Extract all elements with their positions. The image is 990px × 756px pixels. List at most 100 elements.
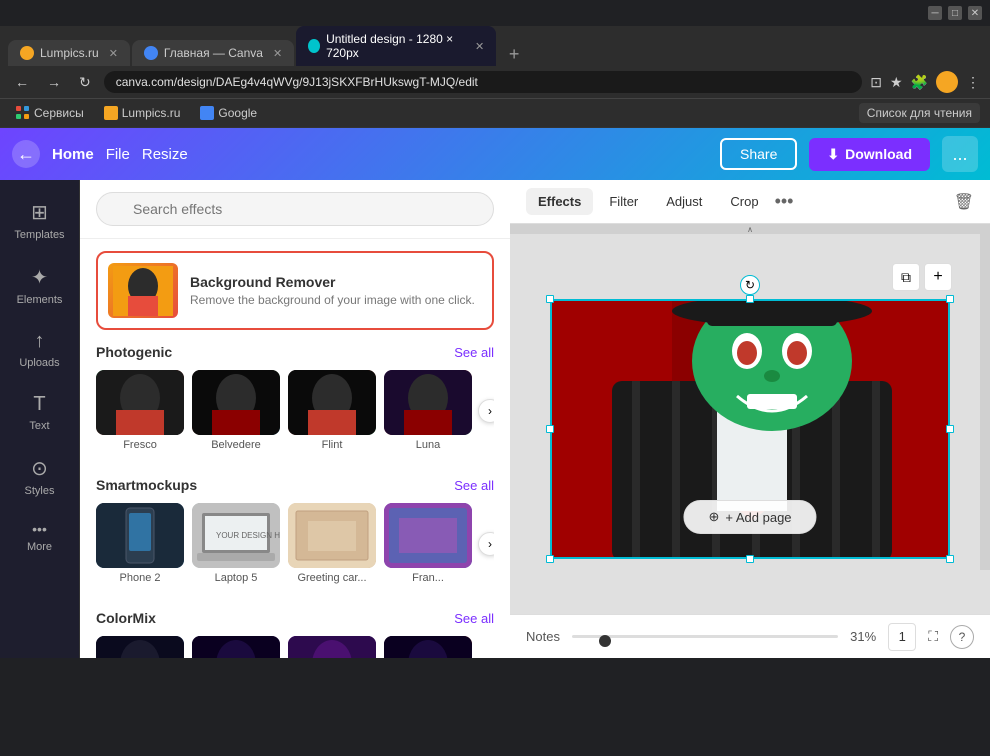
bottom-bar: Notes 31% 1 ⛶ ? [510, 614, 990, 658]
templates-icon: ⊞ [31, 200, 48, 225]
sidebar-item-styles-label: Styles [25, 485, 55, 497]
sidebar-item-elements-label: Elements [17, 294, 63, 306]
scroll-arrow-top[interactable]: ∧ [510, 224, 990, 234]
colormix-see-all[interactable]: See all [454, 611, 494, 626]
extension-icon[interactable]: 🧩 [911, 74, 928, 91]
effect-amethyst[interactable]: Amethyst [288, 636, 376, 658]
tab-lumpics[interactable]: Lumpics.ru ✕ [8, 40, 130, 66]
sidebar-item-more[interactable]: ••• More [5, 511, 75, 563]
notes-button[interactable]: Notes [526, 629, 560, 644]
smartmockups-arrow[interactable]: › [478, 532, 494, 556]
nav-back[interactable]: ← [10, 72, 34, 92]
progress-track[interactable] [572, 635, 838, 638]
nav-refresh[interactable]: ↻ [74, 72, 96, 93]
tab-favicon-design [308, 39, 320, 53]
fresco-thumb [96, 370, 184, 435]
add-handle[interactable]: + [924, 263, 952, 291]
app: ← Home File Resize Share ⬇ Download ... … [0, 128, 990, 658]
bg-remover-title: Background Remover [190, 274, 482, 290]
effect-frame[interactable]: Fran... [384, 503, 472, 584]
trash-icon[interactable]: 🗑 [954, 192, 974, 212]
bookmark-services[interactable]: Сервисы [10, 104, 90, 122]
bg-remover-card[interactable]: Background Remover Remove the background… [96, 251, 494, 330]
canvas-toolbar: Effects Filter Adjust Crop ••• 🗑 [510, 180, 990, 224]
sidebar-item-styles[interactable]: ⊙ Styles [5, 446, 75, 507]
share-button[interactable]: Share [720, 138, 797, 170]
effect-greeting[interactable]: Greeting car... [288, 503, 376, 584]
filter-tool-btn[interactable]: Filter [597, 188, 650, 215]
photogenic-header: Photogenic See all [96, 344, 494, 360]
sidebar-item-templates[interactable]: ⊞ Templates [5, 190, 75, 251]
new-tab-button[interactable]: + [502, 42, 526, 66]
tab-label-design: Untitled design - 1280 × 720px [326, 32, 465, 60]
effect-luna[interactable]: Luna [384, 370, 472, 451]
tab-canva-home[interactable]: Главная — Canva ✕ [132, 40, 294, 66]
more-options-button[interactable]: ... [942, 136, 978, 172]
nav-forward[interactable]: → [42, 72, 66, 92]
help-button[interactable]: ? [950, 625, 974, 649]
effect-marmalade[interactable]: Marmala... [384, 636, 472, 658]
belvedere-label: Belvedere [211, 439, 261, 451]
minimize-btn[interactable]: ─ [928, 6, 942, 20]
scrollbar-vertical[interactable] [980, 234, 990, 570]
bookmark-icon[interactable]: ★ [890, 74, 903, 91]
colormix-section: ColorMix See all Rainbow [80, 610, 510, 658]
tab-close-lumpics[interactable]: ✕ [109, 47, 118, 60]
reading-list-btn[interactable]: Список для чтения [859, 103, 980, 123]
effect-belvedere[interactable]: Belvedere [192, 370, 280, 451]
resize-button[interactable]: Resize [142, 146, 188, 163]
rotate-handle[interactable]: ↻ [740, 275, 760, 295]
menu-icon[interactable]: ⋮ [966, 74, 980, 91]
add-page-button[interactable]: ⊕ + Add page [683, 500, 816, 534]
effects-panel: 🔍 Background Remover [80, 180, 510, 658]
progress-bar-container [572, 635, 838, 638]
svg-text:YOUR DESIGN HERE: YOUR DESIGN HERE [216, 531, 280, 540]
effect-phone2[interactable]: Phone 2 [96, 503, 184, 584]
laptop5-label: Laptop 5 [215, 572, 258, 584]
photogenic-grid: Fresco Belvedere Flint [96, 370, 494, 451]
page-indicator[interactable]: 1 [888, 623, 916, 651]
progress-thumb[interactable] [599, 635, 611, 647]
panel-scroll: Background Remover Remove the background… [80, 239, 510, 658]
phone2-label: Phone 2 [120, 572, 161, 584]
cast-icon[interactable]: ⊡ [870, 74, 882, 91]
download-button[interactable]: ⬇ Download [809, 138, 930, 171]
bookmark-google[interactable]: Google [194, 104, 263, 122]
effect-arctic[interactable]: Arctic [192, 636, 280, 658]
sidebar-item-text[interactable]: T Text [5, 383, 75, 442]
fullscreen-button[interactable]: ⛶ [928, 628, 938, 645]
effect-fresco[interactable]: Fresco [96, 370, 184, 451]
copy-handle[interactable]: ⧉ [892, 263, 920, 291]
effect-flint[interactable]: Flint [288, 370, 376, 451]
sidebar-item-more-label: More [27, 541, 52, 553]
address-bar: ← → ↻ ⊡ ★ 🧩 ⋮ [0, 66, 990, 99]
tab-favicon-canva-home [144, 46, 158, 60]
home-button[interactable]: Home [52, 146, 94, 163]
sidebar-item-uploads[interactable]: ↑ Uploads [5, 320, 75, 379]
photogenic-arrow[interactable]: › [478, 399, 494, 423]
photogenic-see-all[interactable]: See all [454, 345, 494, 360]
tab-close-design[interactable]: ✕ [475, 40, 484, 53]
back-button[interactable]: ← [12, 140, 40, 168]
crop-tool-btn[interactable]: Crop [718, 188, 770, 215]
adjust-tool-btn[interactable]: Adjust [654, 188, 714, 215]
lumpics-icon [104, 106, 118, 120]
effect-laptop5[interactable]: YOUR DESIGN HERE Laptop 5 [192, 503, 280, 584]
tab-bar: Lumpics.ru ✕ Главная — Canva ✕ Untitled … [0, 26, 990, 66]
maximize-btn[interactable]: □ [948, 6, 962, 20]
address-input[interactable] [104, 71, 863, 93]
bg-remover-desc: Remove the background of your image with… [190, 293, 482, 307]
toolbar-dots[interactable]: ••• [775, 191, 794, 212]
smartmockups-see-all[interactable]: See all [454, 478, 494, 493]
effects-tool-btn[interactable]: Effects [526, 188, 593, 215]
close-btn[interactable]: ✕ [968, 6, 982, 20]
tab-close-canva-home[interactable]: ✕ [273, 47, 282, 60]
bookmark-lumpics[interactable]: Lumpics.ru [98, 104, 187, 122]
sidebar-item-elements[interactable]: ✦ Elements [5, 255, 75, 316]
tab-design[interactable]: Untitled design - 1280 × 720px ✕ [296, 26, 496, 66]
file-button[interactable]: File [106, 146, 130, 163]
rainbow-thumb [96, 636, 184, 658]
search-input[interactable] [96, 192, 494, 226]
profile-icon[interactable] [936, 71, 958, 93]
effect-rainbow[interactable]: Rainbow [96, 636, 184, 658]
